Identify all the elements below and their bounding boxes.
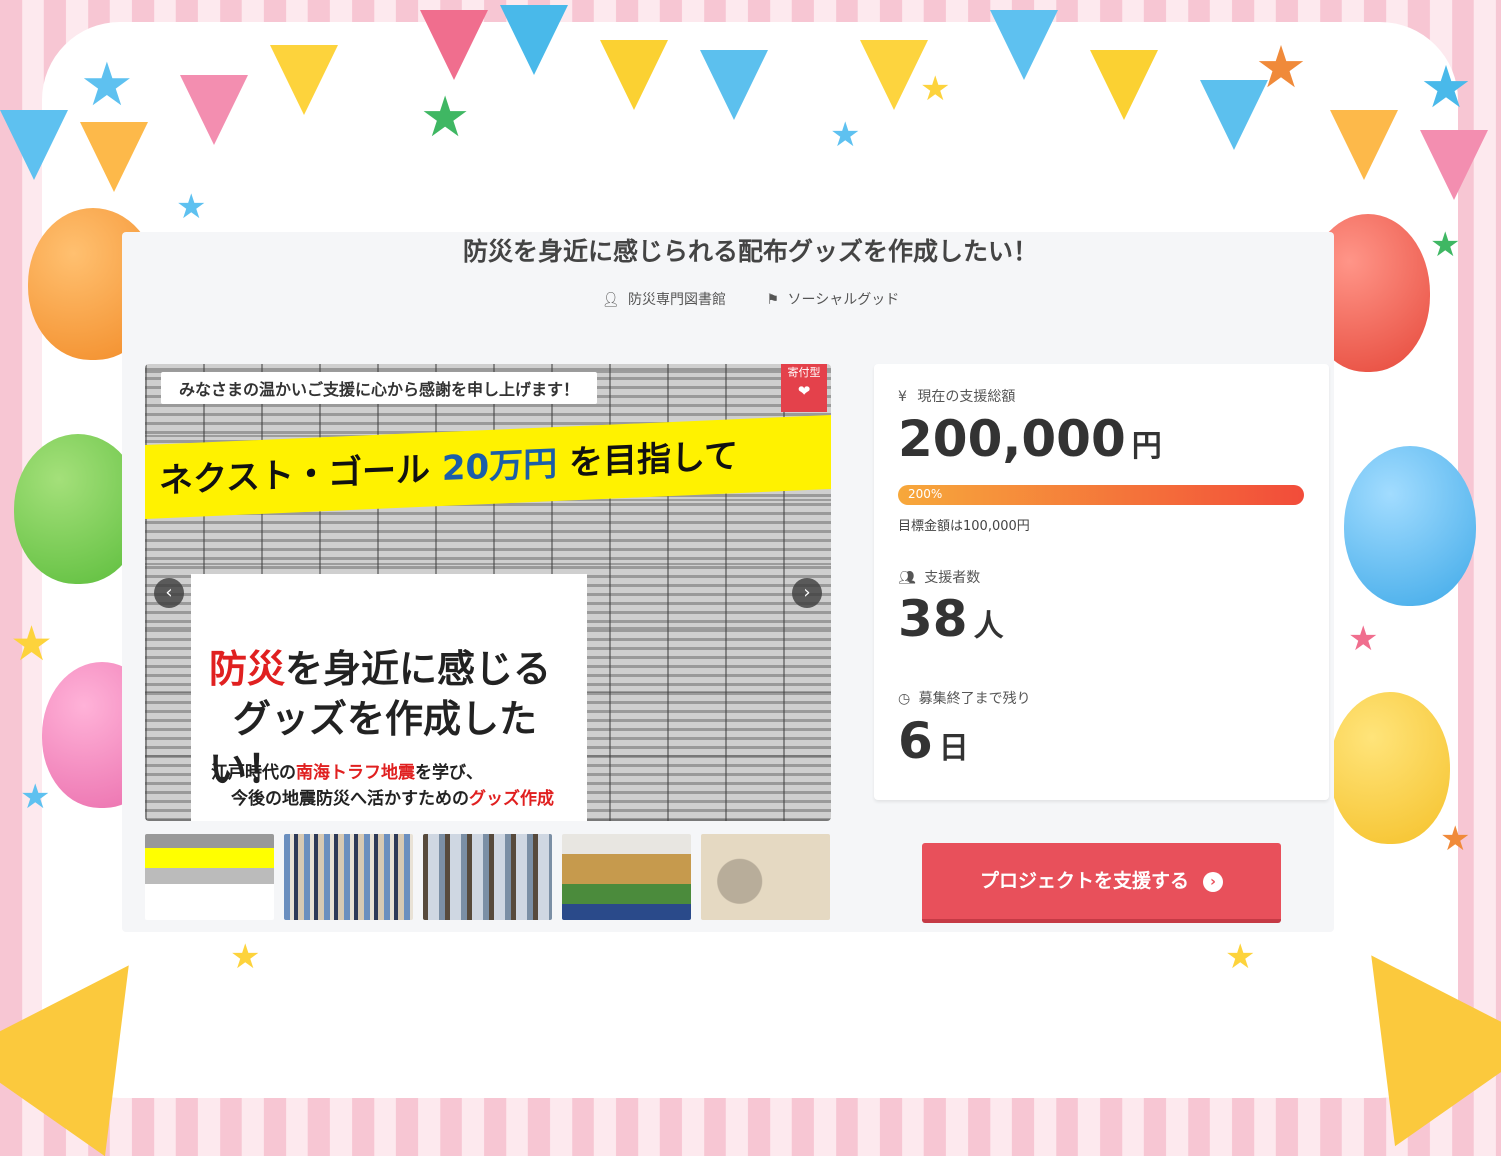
headline-subtext: 江戸時代の南海トラフ地震を学び、 今後の地震防災へ活かすためのグッズ作成 — [211, 763, 554, 809]
thanks-text: みなさまの温かいご支援に心から感謝を申し上げます！ — [161, 372, 598, 404]
thumbnail-strip — [145, 834, 831, 920]
thumbnail-5[interactable] — [701, 834, 830, 920]
progress-bar: 200% — [898, 485, 1304, 505]
yen-icon: ¥ — [898, 389, 907, 405]
project-meta: 👤︎ 防災専門図書館 ⚑ ソーシャルグッド — [0, 289, 1501, 309]
supporters-label: 👥︎ 支援者数 — [898, 570, 981, 586]
users-icon: 👥︎ — [898, 570, 916, 586]
project-title: 防災を身近に感じられる配布グッズを作成したい！ — [462, 237, 1038, 266]
supporters-count: 38 人 — [898, 590, 1004, 648]
chevron-left-icon: ‹ — [165, 582, 173, 603]
donation-hand-icon: ❤ — [797, 382, 811, 400]
remaining-label: ◷ 募集終了まで残り — [898, 691, 1031, 707]
funding-stats-panel: ¥ 現在の支援総額 200,000 円 200% 目標金額は100,000円 👥︎… — [874, 364, 1329, 800]
chevron-right-icon: › — [1203, 871, 1223, 892]
main-project-image[interactable]: みなさまの温かいご支援に心から感謝を申し上げます！ 寄付型 ❤ ネクスト・ゴール… — [145, 364, 831, 821]
total-label: ¥ 現在の支援総額 — [898, 389, 1016, 405]
tag-icon: ⚑ — [766, 292, 780, 308]
donation-type-tag: 寄付型 ❤ — [781, 364, 827, 412]
thumbnail-3[interactable] — [423, 834, 552, 920]
remaining-days: 6日 — [898, 712, 969, 770]
thumbnail-1[interactable] — [145, 834, 274, 920]
thumbnail-2[interactable] — [284, 834, 413, 920]
carousel-prev-button[interactable]: ‹ — [154, 578, 184, 608]
headline-panel: 防災を身近に感じる グッズを作成したい！ 江戸時代の南海トラフ地震を学び、 今後… — [191, 574, 587, 821]
total-amount: 200,000 円 — [898, 410, 1162, 468]
carousel-next-button[interactable]: › — [792, 578, 822, 608]
support-project-button[interactable]: プロジェクトを支援する › — [922, 843, 1281, 923]
thumbnail-4[interactable] — [562, 834, 691, 920]
goal-amount-text: 目標金額は100,000円 — [898, 519, 1030, 534]
clock-icon: ◷ — [898, 691, 911, 707]
project-owner[interactable]: 👤︎ 防災専門図書館 — [602, 292, 731, 308]
project-category[interactable]: ⚑ ソーシャルグッド — [766, 292, 899, 308]
user-icon: 👤︎ — [601, 292, 620, 308]
chevron-right-icon: › — [803, 582, 811, 603]
